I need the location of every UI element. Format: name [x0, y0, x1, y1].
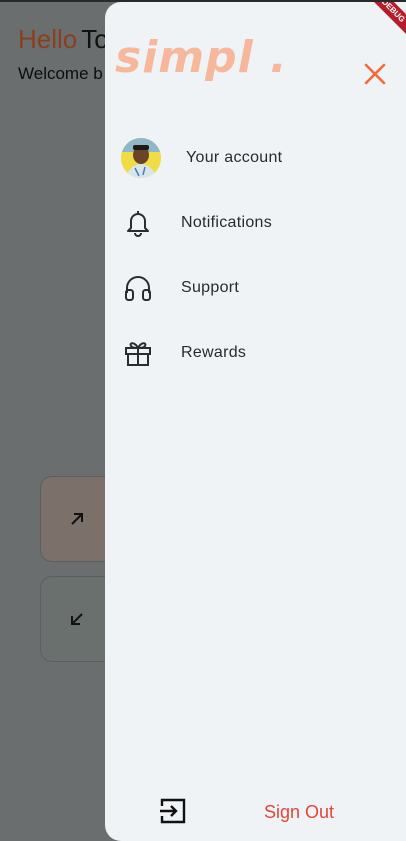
greeting: Hello To: [18, 24, 109, 55]
menu-item-your-account[interactable]: Your account: [121, 134, 391, 182]
close-button[interactable]: [360, 59, 390, 89]
navigation-drawer: simpl . Your account Notifications Suppo…: [105, 2, 406, 841]
menu-item-rewards[interactable]: Rewards: [121, 329, 391, 377]
sign-out-label[interactable]: Sign Out: [264, 802, 334, 823]
sign-out-button[interactable]: [158, 796, 188, 826]
menu-item-label: Notifications: [181, 214, 273, 231]
avatar: [121, 138, 161, 178]
menu-item-label: Support: [181, 279, 240, 296]
menu-item-support[interactable]: Support: [121, 264, 391, 312]
app-logo: simpl .: [115, 32, 288, 83]
greeting-hello: Hello: [18, 24, 78, 54]
logout-icon: [160, 798, 186, 824]
gift-icon: [121, 336, 155, 370]
close-icon: [364, 63, 386, 85]
bell-icon: [121, 206, 155, 240]
menu-item-label: Your account: [186, 149, 283, 166]
welcome-text: Welcome b: [18, 64, 103, 83]
menu-item-label: Rewards: [181, 344, 247, 361]
arrow-up-right-icon: [71, 513, 83, 525]
menu-item-notifications[interactable]: Notifications: [121, 199, 391, 247]
debug-banner: DEBUG: [363, 2, 406, 41]
arrow-down-left-icon: [71, 613, 83, 625]
headphones-icon: [121, 271, 155, 305]
